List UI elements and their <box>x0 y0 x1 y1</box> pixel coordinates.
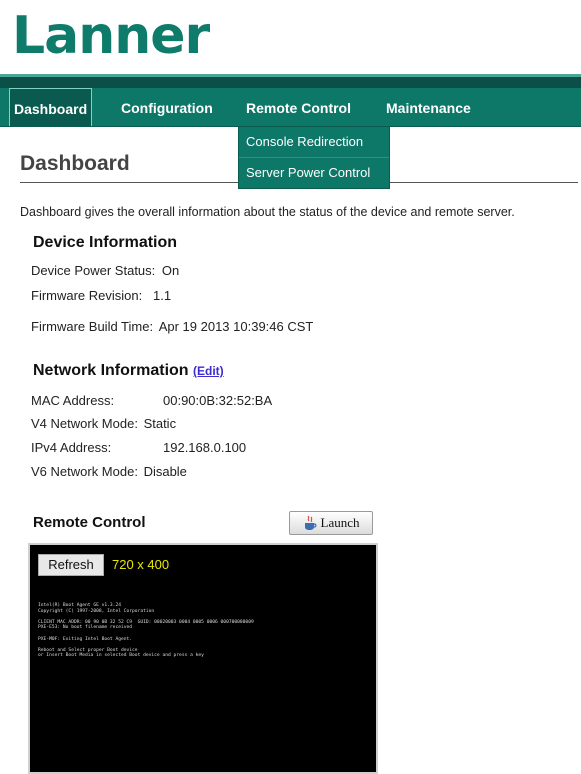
remote-console-preview[interactable]: Refresh 720 x 400 Intel(R) Boot Agent GE… <box>28 543 378 774</box>
device-power-value: On <box>161 263 180 278</box>
nav-remote-control[interactable]: Remote Control <box>246 88 351 126</box>
v4-mode-label: V4 Network Mode: <box>31 416 138 431</box>
ipv4-address-row: IPv4 Address: 192.168.0.100 <box>31 440 246 455</box>
network-edit-link[interactable]: (Edit) <box>193 364 224 378</box>
mac-address-value: 00:90:0B:32:52:BA <box>163 393 273 408</box>
mac-address-label: MAC Address: <box>31 393 115 408</box>
ipv4-address-value: 192.168.0.100 <box>163 440 247 455</box>
v6-mode-label: V6 Network Mode: <box>31 464 138 479</box>
device-power-row: Device Power Status: On <box>31 263 179 278</box>
device-power-label: Device Power Status: <box>31 263 156 278</box>
v6-mode-value: Disable <box>143 464 187 479</box>
nav-maintenance[interactable]: Maintenance <box>386 88 471 126</box>
v4-mode-row: V4 Network Mode: Static <box>31 416 176 431</box>
v6-mode-row: V6 Network Mode: Disable <box>31 464 187 479</box>
brand-logo: Lanner <box>12 6 210 66</box>
refresh-button[interactable]: Refresh <box>38 554 104 576</box>
remote-control-heading: Remote Control <box>33 514 146 531</box>
launch-label: Launch <box>320 515 360 530</box>
mac-address-row: MAC Address: 00:90:0B:32:52:BA <box>31 393 272 408</box>
nav-dashboard[interactable]: Dashboard <box>9 88 93 126</box>
header-band <box>0 74 581 88</box>
remote-control-dropdown: Console Redirection Server Power Control <box>238 126 390 189</box>
nav-configuration[interactable]: Configuration <box>121 88 213 126</box>
page-description: Dashboard gives the overall information … <box>20 205 515 219</box>
network-info-title: Network Information <box>33 362 189 379</box>
firmware-revision-label: Firmware Revision: <box>31 288 143 303</box>
firmware-build-row: Firmware Build Time: Apr 19 2013 10:39:4… <box>31 319 313 334</box>
v4-mode-value: Static <box>143 416 177 431</box>
device-info-heading: Device Information <box>33 234 178 251</box>
launch-button[interactable]: Launch <box>289 511 373 535</box>
network-info-heading: Network Information (Edit) <box>33 362 224 380</box>
firmware-build-label: Firmware Build Time: <box>31 319 154 334</box>
page-title: Dashboard <box>20 152 130 175</box>
resolution-label: 720 x 400 <box>112 557 170 572</box>
java-cup-icon <box>303 515 317 531</box>
firmware-revision-value: 1.1 <box>153 288 172 303</box>
menu-server-power-control[interactable]: Server Power Control <box>239 157 389 188</box>
firmware-revision-row: Firmware Revision: 1.1 <box>31 288 171 303</box>
main-nav: Dashboard Configuration Remote Control M… <box>0 88 581 127</box>
menu-console-redirection[interactable]: Console Redirection <box>239 127 389 157</box>
ipv4-address-label: IPv4 Address: <box>31 440 112 455</box>
firmware-build-value: Apr 19 2013 10:39:46 CST <box>158 319 314 334</box>
console-screen-text: Intel(R) Boot Agent GE v1.3.24 Copyright… <box>38 603 254 659</box>
